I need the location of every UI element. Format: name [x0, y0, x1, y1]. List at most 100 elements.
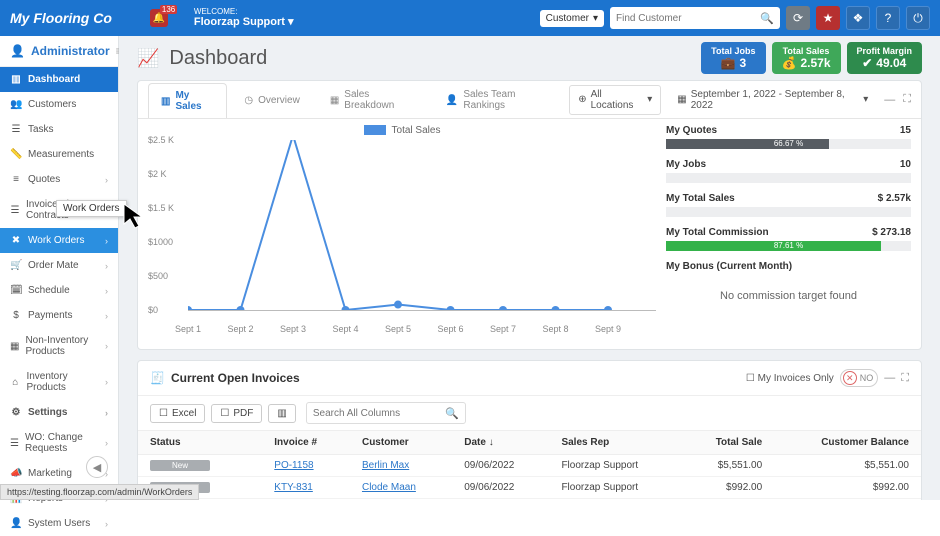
sidebar-item-work-orders[interactable]: ✖Work Orders›: [0, 228, 118, 253]
apps-button[interactable]: ❖: [846, 6, 870, 30]
table-row[interactable]: NewPO-1158Berlin Max09/06/2022Floorzap S…: [138, 455, 921, 477]
chevron-down-icon: ▾: [647, 94, 652, 105]
table-row[interactable]: NewKTY-831Clode Maan09/06/2022Floorzap S…: [138, 477, 921, 499]
invoice-search-input[interactable]: [313, 408, 445, 419]
power-button[interactable]: ⏻: [906, 6, 930, 30]
minimize-panel-button[interactable]: —: [884, 94, 895, 106]
nav-label: Work Orders: [28, 235, 85, 246]
nav-label: Dashboard: [28, 74, 80, 85]
switch-knob: ✕: [843, 371, 857, 385]
sidebar-item-customers[interactable]: 👥Customers: [0, 92, 118, 117]
col-customer-balance[interactable]: Customer Balance: [774, 431, 921, 455]
sidebar-item-system-users[interactable]: 👤System Users›: [0, 511, 118, 536]
bonus-label: My Bonus (Current Month): [666, 261, 911, 272]
notification-bell[interactable]: 🔔 136: [150, 9, 168, 27]
sidebar-item-payments[interactable]: $Payments›: [0, 303, 118, 328]
stat-jobs: My Jobs10: [666, 159, 911, 183]
nav-icon: 📣: [10, 468, 22, 479]
sidebar-header-label: Administrator: [31, 44, 110, 58]
customer-search-input[interactable]: [616, 13, 760, 24]
welcome-block[interactable]: WELCOME: Floorzap Support ▾: [194, 8, 294, 29]
col-customer[interactable]: Customer: [350, 431, 452, 455]
nav-label: Measurements: [28, 149, 94, 160]
cell-total: $5,551.00: [682, 455, 775, 477]
col-sales-rep[interactable]: Sales Rep: [549, 431, 681, 455]
nav-label: Quotes: [28, 174, 60, 185]
no-commission-text: No commission target found: [666, 290, 911, 302]
sidebar-item-order-mate[interactable]: 🛒Order Mate›: [0, 253, 118, 278]
sort-icon: ↓: [489, 437, 494, 448]
customer-link[interactable]: Berlin Max: [362, 460, 409, 471]
chevron-right-icon: ›: [105, 311, 108, 321]
metric-value: 💼3: [711, 56, 755, 70]
invoice-search[interactable]: 🔍: [306, 402, 466, 424]
work-orders-tooltip: Work Orders: [56, 200, 127, 217]
sidebar-collapse-button[interactable]: ◀: [86, 456, 108, 478]
cell-total: $992.00: [682, 477, 775, 499]
top-right-controls: Customer▾ 🔍 ⟳ ★ ❖ ? ⏻: [540, 6, 930, 30]
sidebar-item-dashboard[interactable]: ▥Dashboard: [0, 67, 118, 92]
sidebar-item-quotes[interactable]: ≡Quotes›: [0, 167, 118, 192]
nav-icon: ✖: [10, 235, 22, 246]
chevron-right-icon: ›: [105, 261, 108, 271]
tab-my-sales[interactable]: ▥My Sales: [148, 83, 227, 118]
invoices-title: Current Open Invoices: [171, 371, 300, 385]
expand-panel-button[interactable]: ⛶: [903, 93, 911, 106]
sidebar-item-inventory-products[interactable]: ⌂Inventory Products›: [0, 364, 118, 400]
tab-icon: ▦: [330, 95, 339, 106]
search-icon[interactable]: 🔍: [760, 12, 774, 25]
sidebar-item-settings[interactable]: ⚙Settings›: [0, 400, 118, 425]
x-tick: Sept 8: [542, 324, 568, 334]
stat-label: My Quotes: [666, 125, 717, 136]
columns-button[interactable]: ▥: [268, 404, 295, 423]
nav-icon: ⚙: [10, 407, 22, 418]
chevron-down-icon: ▾: [863, 94, 868, 105]
metrics-row: Total Jobs💼3Total Sales💰2.57kProfit Marg…: [701, 42, 922, 74]
date-range-picker[interactable]: ▦September 1, 2022 - September 8, 2022▾: [669, 86, 876, 114]
nav-icon: 📏: [10, 149, 22, 160]
minimize-panel-button[interactable]: —: [884, 372, 895, 384]
chart-legend: Total Sales: [148, 125, 656, 136]
tab-sales-breakdown[interactable]: ▦ Sales Breakdown: [317, 82, 429, 117]
calendar-icon: ▦: [677, 94, 686, 105]
nav-icon: ≡: [10, 174, 22, 185]
sidebar-item-schedule[interactable]: 🗓Schedule›: [0, 278, 118, 303]
col-total-sale[interactable]: Total Sale: [682, 431, 775, 455]
search-icon[interactable]: 🔍: [445, 407, 459, 420]
sidebar-item-non-inventory-products[interactable]: ▦Non-Inventory Products›: [0, 328, 118, 364]
sidebar-item-tasks[interactable]: ☰Tasks: [0, 117, 118, 142]
stat-label: My Total Commission: [666, 227, 769, 238]
y-tick: $500: [148, 271, 168, 281]
invoice-link[interactable]: KTY-831: [274, 482, 313, 493]
my-invoices-switch[interactable]: ✕NO: [840, 369, 879, 387]
locations-filter[interactable]: ⊕All Locations▾: [569, 85, 661, 115]
expand-panel-button[interactable]: ⛶: [901, 372, 909, 385]
col-status[interactable]: Status: [138, 431, 262, 455]
my-invoices-only-label[interactable]: My Invoices Only: [758, 373, 834, 384]
export-excel-button[interactable]: ☐ Excel: [150, 404, 205, 423]
invoices-card: 🧾Current Open Invoices ☐ My Invoices Onl…: [137, 360, 922, 500]
help-button[interactable]: ?: [876, 6, 900, 30]
tab-sales-team-rankings[interactable]: 👤Sales Team Rankings: [433, 82, 565, 117]
favorite-button[interactable]: ★: [816, 6, 840, 30]
col-invoice-[interactable]: Invoice #: [262, 431, 350, 455]
export-pdf-button[interactable]: ☐ PDF: [211, 404, 262, 423]
welcome-user: Floorzap Support: [194, 16, 285, 28]
cell-balance: $5,551.00: [774, 455, 921, 477]
customer-type-selector[interactable]: Customer▾: [540, 10, 604, 27]
stat-bar: 66.67 %: [666, 139, 911, 149]
customer-search[interactable]: 🔍: [610, 7, 780, 29]
customer-link[interactable]: Clode Maan: [362, 482, 416, 493]
refresh-button[interactable]: ⟳: [786, 6, 810, 30]
metric-label: Profit Margin: [857, 46, 913, 56]
invoice-link[interactable]: PO-1158: [274, 460, 313, 471]
invoices-table: StatusInvoice #CustomerDate ↓Sales RepTo…: [138, 430, 921, 500]
tab-label: Sales Breakdown: [344, 89, 416, 111]
col-date[interactable]: Date ↓: [452, 431, 549, 455]
stat-value: 15: [900, 125, 911, 136]
cell-date: 09/06/2022: [452, 455, 549, 477]
nav-label: Order Mate: [28, 260, 79, 271]
tab-overview[interactable]: ◷Overview: [231, 82, 312, 117]
x-tick: Sept 9: [595, 324, 621, 334]
sidebar-item-measurements[interactable]: 📏 Measurements: [0, 142, 118, 167]
